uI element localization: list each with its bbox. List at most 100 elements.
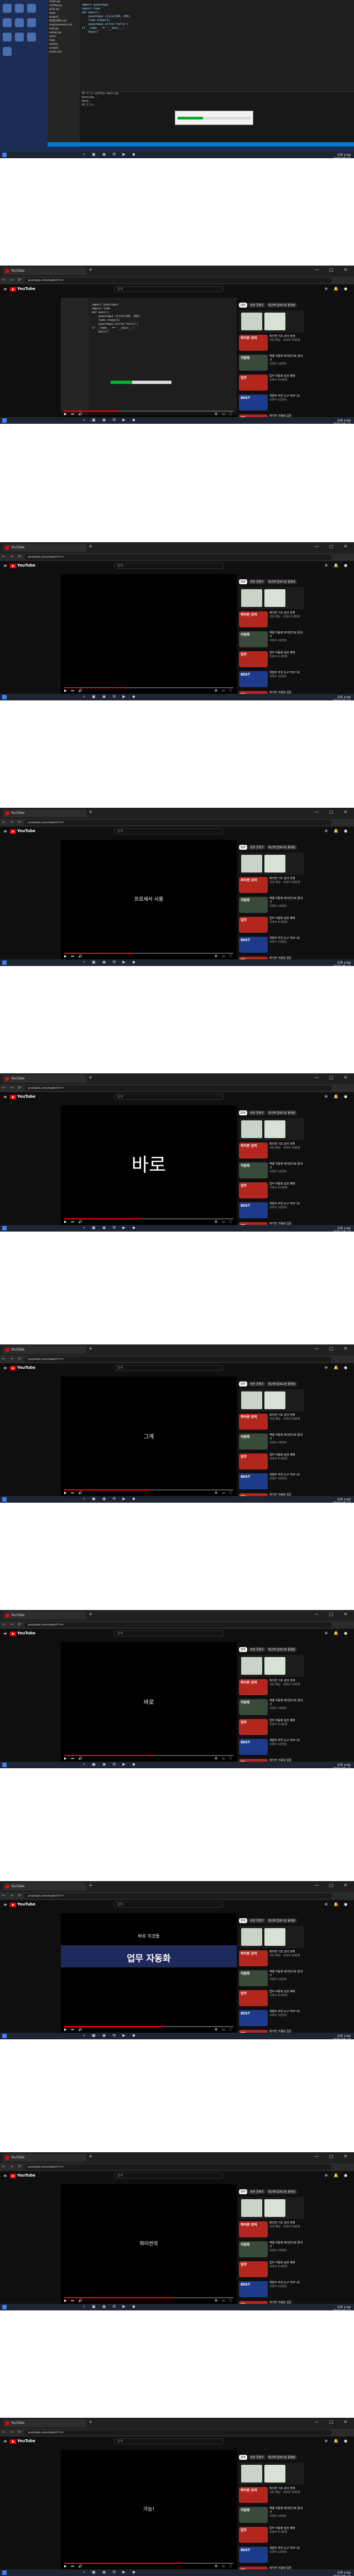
video-thumbnail[interactable]: 파이썬 강의 (239, 335, 268, 351)
windows-start-icon[interactable] (2, 960, 7, 965)
filter-chip[interactable]: 관련 콘텐츠 (248, 1382, 266, 1386)
video-thumbnail[interactable]: 업무 (239, 1182, 268, 1198)
video-thumbnail[interactable]: BEST (239, 394, 268, 411)
taskbar-apps[interactable]: ⌕ ▣ ◉ ✉ ▶ ◆ (83, 2304, 138, 2309)
player-settings-controls[interactable]: ⚙ ▭ ⛶ (215, 2028, 233, 2032)
filter-chip[interactable]: 관련 콘텐츠 (248, 579, 266, 584)
youtube-logo-icon[interactable] (10, 2174, 16, 2178)
address-bar[interactable]: youtube.com/watch?v= (24, 554, 332, 560)
window-controls[interactable]: — □ ✕ (315, 1612, 352, 1617)
video-thumbnail[interactable]: 파이썬 강의 (239, 1679, 268, 1695)
recommended-video[interactable]: 자동화 엑셀 자동화 파이썬으로 끝내기 조회수 20만회 (239, 1162, 304, 1180)
window-controls[interactable]: — □ ✕ (315, 267, 352, 272)
recommended-video[interactable]: BEST 개발자 추천 도구 TOP 10 조회수 32만회 (239, 2281, 304, 2299)
header-actions[interactable]: ⊕ 🔔 ● (325, 1631, 350, 1635)
video-player[interactable]: 바로 이것들 업무 자동화 ▶ ⏭ 🔊 ⚙ ▭ ⛶ (61, 1913, 237, 2033)
file-item[interactable]: setup.py (48, 31, 80, 35)
video-thumbnail[interactable]: 업무 (239, 2527, 268, 2543)
seek-bar[interactable] (64, 1489, 233, 1490)
filter-chip[interactable]: 모두 (239, 2455, 248, 2460)
recommended-video[interactable]: 파이썬 강의 파이썬 기초 강의 전체 코딩 채널 · 조회수 50만회 (239, 877, 304, 895)
recommended-video[interactable]: BEST 개발자 추천 도구 TOP 10 조회수 32만회 (239, 671, 304, 689)
search-input[interactable]: 검색 (113, 563, 224, 569)
player-settings-controls[interactable]: ⚙ ▭ ⛶ (215, 954, 233, 959)
player-settings-controls[interactable]: ⚙ ▭ ⛶ (215, 2299, 233, 2303)
file-item[interactable]: test.py (48, 27, 80, 31)
windows-start-icon[interactable] (2, 2034, 7, 2038)
address-bar[interactable]: youtube.com/watch?v= (24, 1086, 332, 1091)
video-thumbnail[interactable]: 업무 (239, 1453, 268, 1469)
video-thumbnail[interactable]: BEST (239, 671, 268, 687)
youtube-logo-icon[interactable] (10, 1366, 16, 1370)
filter-chip[interactable]: 최근에 업로드된 동영상 (266, 1110, 297, 1115)
search-input[interactable]: 검색 (113, 1902, 224, 1908)
file-item[interactable]: utils.py (48, 8, 80, 12)
navigation-buttons[interactable]: ← → ⟳ (2, 1357, 23, 1361)
recommended-video[interactable]: 업무 업무 자동화 실전 예제 조회수 8.4만회 (239, 375, 304, 392)
recommended-video[interactable]: 자동화 엑셀 자동화 파이썬으로 끝내기 조회수 20만회 (239, 1434, 304, 1451)
video-thumbnail[interactable]: 파이썬 강의 (239, 1142, 268, 1159)
menu-icon[interactable]: ≡ (3, 2439, 7, 2444)
playback-controls[interactable]: ▶ ⏭ 🔊 (64, 1491, 84, 1495)
video-thumbnail[interactable]: 업무 (239, 1719, 268, 1735)
youtube-logo-icon[interactable] (10, 1095, 16, 1099)
video-thumbnail[interactable]: 파이썬 강의 (239, 1414, 268, 1430)
search-input[interactable]: 검색 (113, 828, 224, 834)
filter-chip[interactable]: 관련 콘텐츠 (248, 2455, 266, 2460)
recommended-video[interactable]: 업무 업무 자동화 실전 예제 조회수 8.4만회 (239, 1719, 304, 1737)
youtube-logo-icon[interactable] (10, 564, 16, 568)
video-thumbnail[interactable]: 파이썬 강의 (239, 611, 268, 627)
filter-chip[interactable]: 관련 콘텐츠 (248, 1647, 266, 1652)
sponsored-card[interactable] (239, 587, 304, 609)
youtube-logo-icon[interactable] (10, 829, 16, 834)
youtube-logo-icon[interactable] (10, 1632, 16, 1636)
video-thumbnail[interactable]: 자동화 (239, 1162, 268, 1178)
recommended-video[interactable]: BEST 개발자 추천 도구 TOP 10 조회수 32만회 (239, 394, 304, 412)
filter-chip[interactable]: 모두 (239, 2189, 248, 2194)
recommended-video[interactable]: 업무 업무 자동화 실전 예제 조회수 8.4만회 (239, 1453, 304, 1471)
filter-chip[interactable]: 모두 (239, 1382, 248, 1386)
filter-chip[interactable]: 최근에 업로드된 동영상 (266, 2455, 297, 2460)
navigation-buttons[interactable]: ← → ⟳ (2, 2164, 23, 2169)
playback-controls[interactable]: ▶ ⏭ 🔊 (64, 2564, 84, 2569)
video-thumbnail[interactable]: 파이썬 강의 (239, 2221, 268, 2237)
desktop-app-icon[interactable] (15, 18, 24, 27)
header-actions[interactable]: ⊕ 🔔 ● (325, 1094, 350, 1099)
filter-chip[interactable]: 모두 (239, 1918, 248, 1923)
playback-controls[interactable]: ▶ ⏭ 🔊 (64, 2028, 84, 2032)
youtube-brand[interactable]: YouTube (17, 2439, 35, 2443)
taskbar-apps[interactable]: ⌕ ▣ ◉ ✉ ▶ ◆ (83, 152, 138, 157)
video-thumbnail[interactable]: BEST (239, 1202, 268, 1218)
browser-tab[interactable]: YouTube (3, 1612, 86, 1619)
header-actions[interactable]: ⊕ 🔔 ● (325, 2439, 350, 2443)
menu-icon[interactable]: ≡ (3, 563, 7, 568)
filter-chip[interactable]: 최근에 업로드된 동영상 (266, 579, 297, 584)
filter-chip[interactable]: 최근에 업로드된 동영상 (266, 1647, 297, 1652)
recommended-video[interactable]: 업무 업무 자동화 실전 예제 조회수 8.4만회 (239, 917, 304, 934)
playback-controls[interactable]: ▶ ⏭ 🔊 (64, 1757, 84, 1761)
video-thumbnail[interactable]: BEST (239, 1739, 268, 1755)
sponsored-card[interactable] (239, 1655, 304, 1677)
seek-bar[interactable] (64, 2563, 233, 2564)
menu-icon[interactable]: ≡ (3, 1094, 7, 1099)
recommended-video[interactable]: 자동화 엑셀 자동화 파이썬으로 끝내기 조회수 20만회 (239, 2241, 304, 2259)
player-settings-controls[interactable]: ⚙ ▭ ⛶ (215, 689, 233, 693)
video-player[interactable]: 파이썬의 ▶ ⏭ 🔊 ⚙ ▭ ⛶ (61, 2184, 237, 2304)
video-thumbnail[interactable]: BEST (239, 2010, 268, 2026)
video-thumbnail[interactable]: 자동화 (239, 1434, 268, 1450)
navigation-buttons[interactable]: ← → ⟳ (2, 1086, 23, 1090)
taskbar-apps[interactable]: ⌕ ▣ ◉ ✉ ▶ ◆ (83, 2570, 138, 2575)
youtube-brand[interactable]: YouTube (17, 287, 35, 291)
browser-tab[interactable]: YouTube (3, 544, 86, 552)
recommended-video[interactable]: 파이썬 강의 파이썬 기초 강의 전체 코딩 채널 · 조회수 50만회 (239, 1679, 304, 1697)
browser-tab[interactable]: YouTube (3, 2419, 86, 2427)
new-tab-button[interactable]: + (88, 2154, 93, 2159)
video-thumbnail[interactable]: BEST (239, 2547, 268, 2563)
file-item[interactable]: venv (48, 35, 80, 39)
recommended-video[interactable]: 업무 업무 자동화 실전 예제 조회수 8.4만회 (239, 1182, 304, 1200)
navigation-buttons[interactable]: ← → ⟳ (2, 2430, 23, 2434)
windows-start-icon[interactable] (2, 2305, 7, 2309)
recommended-video[interactable]: 파이썬 강의 파이썬 기초 강의 전체 코딩 채널 · 조회수 50만회 (239, 1142, 304, 1160)
youtube-brand[interactable]: YouTube (17, 1631, 35, 1635)
sponsored-card[interactable] (239, 310, 304, 333)
